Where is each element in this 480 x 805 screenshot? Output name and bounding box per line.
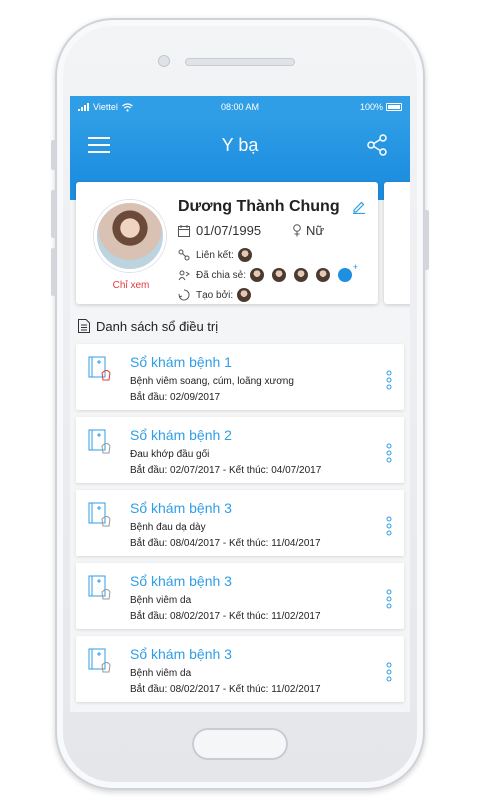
- edit-icon[interactable]: [352, 200, 366, 214]
- profile-section: Chỉ xem Dương Thành Chung 01/07/1995 Nữ …: [70, 173, 410, 308]
- created-row: Tạo bởi:: [178, 288, 252, 302]
- record-desc: Bệnh đau dạ dày: [130, 522, 206, 533]
- share-icon[interactable]: [366, 134, 388, 156]
- page-title: Y bạ: [221, 135, 259, 155]
- record-card[interactable]: Sổ khám bệnh 2 Đau khớp đầu gối Bắt đầu:…: [76, 417, 404, 483]
- created-label: Tạo bởi:: [196, 289, 234, 301]
- record-desc: Bệnh viêm soang, cúm, loãng xương: [130, 376, 294, 387]
- earpiece-speaker: [185, 58, 295, 66]
- record-card[interactable]: Sổ khám bệnh 3 Bệnh đau dạ dày Bắt đầu: …: [76, 490, 404, 556]
- shared-row: Đã chia sẻ:: [178, 262, 358, 282]
- record-card[interactable]: Sổ khám bệnh 1 Bệnh viêm soang, cúm, loã…: [76, 344, 404, 410]
- gender-row: Nữ: [292, 223, 324, 238]
- record-title: Sổ khám bệnh 3: [130, 500, 232, 516]
- record-dates: Bắt đầu: 02/09/2017: [130, 392, 221, 403]
- record-title: Sổ khám bệnh 2: [130, 427, 232, 443]
- record-dates: Bắt đầu: 08/02/2017 - Kết thúc: 11/02/20…: [130, 611, 321, 622]
- more-options-icon[interactable]: [386, 589, 392, 609]
- record-title: Sổ khám bệnh 3: [130, 646, 232, 662]
- more-options-icon[interactable]: [386, 443, 392, 463]
- app-bar: Y bạ: [70, 118, 410, 173]
- female-icon: [293, 224, 301, 237]
- linked-avatar[interactable]: [237, 248, 252, 262]
- calendar-icon: [178, 224, 190, 237]
- record-title: Sổ khám bệnh 1: [130, 354, 232, 370]
- volume-down-button: [51, 248, 56, 296]
- view-only-label: Chỉ xem: [112, 280, 150, 291]
- shared-label: Đã chia sẻ:: [196, 269, 247, 281]
- dob-value: 01/07/1995: [196, 223, 262, 238]
- status-bar: Viettel 08:00 AM 100%: [70, 96, 410, 118]
- record-dates: Bắt đầu: 08/02/2017 - Kết thúc: 11/02/20…: [130, 684, 321, 695]
- record-list: Sổ khám bệnh 1 Bệnh viêm soang, cúm, loã…: [70, 344, 410, 702]
- record-desc: Bệnh viêm da: [130, 668, 192, 679]
- shared-avatar[interactable]: [250, 268, 265, 282]
- status-time: 08:00 AM: [220, 102, 260, 112]
- front-camera: [158, 55, 170, 67]
- battery-icon: [386, 103, 402, 111]
- shared-avatar[interactable]: [294, 268, 309, 282]
- more-options-icon[interactable]: [386, 662, 392, 682]
- record-card[interactable]: Sổ khám bệnh 3 Bệnh viêm da Bắt đầu: 08/…: [76, 563, 404, 629]
- medical-book-icon: [88, 356, 111, 381]
- volume-up-button: [51, 190, 56, 238]
- record-card[interactable]: Sổ khám bệnh 3 Bệnh viêm da Bắt đầu: 08/…: [76, 636, 404, 702]
- medical-book-icon: [88, 429, 111, 454]
- add-share-button[interactable]: [338, 262, 358, 282]
- shared-icon: [178, 270, 190, 281]
- medical-book-icon: [88, 648, 111, 673]
- record-desc: Đau khớp đầu gối: [130, 449, 210, 460]
- more-options-icon[interactable]: [386, 370, 392, 390]
- medical-book-icon: [88, 502, 111, 527]
- creator-icon: [178, 289, 190, 301]
- home-button[interactable]: [192, 728, 288, 760]
- record-title: Sổ khám bệnh 3: [130, 573, 232, 589]
- dob-row: 01/07/1995: [178, 223, 261, 238]
- link-icon: [178, 249, 190, 261]
- profile-name: Dương Thành Chung: [178, 198, 340, 215]
- record-dates: Bắt đầu: 02/07/2017 - Kết thúc: 04/07/20…: [130, 465, 322, 476]
- profile-card[interactable]: Chỉ xem Dương Thành Chung 01/07/1995 Nữ …: [76, 182, 378, 304]
- mute-switch: [51, 140, 56, 170]
- more-options-icon[interactable]: [386, 516, 392, 536]
- app-screen: Viettel 08:00 AM 100% Y bạ Chỉ xem Dương…: [70, 96, 410, 712]
- gender-value: Nữ: [306, 223, 325, 238]
- profile-avatar: [94, 200, 166, 272]
- section-header: Danh sách sổ điều trị: [70, 308, 410, 344]
- power-button: [424, 210, 429, 270]
- next-profile-card[interactable]: [384, 182, 410, 304]
- menu-icon[interactable]: [88, 136, 110, 154]
- shared-avatar[interactable]: [272, 268, 287, 282]
- document-icon: [78, 319, 90, 333]
- shared-avatar[interactable]: [316, 268, 331, 282]
- section-title: Danh sách sổ điều trị: [96, 318, 219, 334]
- medical-book-icon: [88, 575, 111, 600]
- linked-label: Liên kết:: [196, 249, 234, 261]
- record-desc: Bệnh viêm da: [130, 595, 192, 606]
- creator-avatar[interactable]: [237, 288, 252, 302]
- record-dates: Bắt đầu: 08/04/2017 - Kết thúc: 11/04/20…: [130, 538, 321, 549]
- linked-row: Liên kết:: [178, 248, 252, 262]
